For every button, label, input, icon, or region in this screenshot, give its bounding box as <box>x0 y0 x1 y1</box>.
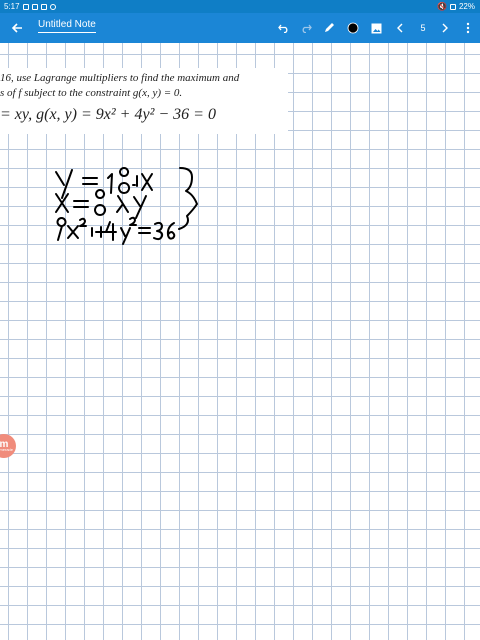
chevron-right-icon <box>442 23 448 33</box>
status-time: 5:17 <box>4 2 20 11</box>
problem-line-2: s of f subject to the constraint g(x, y)… <box>0 87 183 99</box>
notification-icon <box>22 3 29 10</box>
more-options-button[interactable] <box>462 13 474 43</box>
color-picker-button[interactable] <box>345 13 361 43</box>
undo-icon <box>278 24 288 33</box>
status-bar: 5:17 🔇 22% <box>0 0 480 13</box>
mail-icon <box>40 3 47 10</box>
undo-button[interactable] <box>276 13 292 43</box>
more-vert-icon <box>466 22 470 34</box>
problem-equation: = xy, g(x, y) = 9x² + 4y² − 36 = 0 <box>0 106 216 123</box>
chevron-left-icon <box>397 23 403 33</box>
battery-level: 22% <box>458 2 475 11</box>
mute-icon: 🔇 <box>437 2 447 11</box>
page-number: 5 <box>420 23 426 33</box>
note-title[interactable]: Untitled Note <box>38 19 96 33</box>
redo-icon <box>302 24 312 33</box>
color-swatch-icon <box>347 22 359 34</box>
record-icon <box>49 3 56 10</box>
wifi-icon <box>449 3 456 10</box>
pen-icon <box>325 23 334 32</box>
image-icon <box>371 23 381 33</box>
pasted-problem-image: 16, use Lagrange multipliers to find the… <box>0 68 288 134</box>
insert-image-button[interactable] <box>368 13 384 43</box>
redo-button[interactable] <box>298 13 314 43</box>
app-toolbar: Untitled Note 5 <box>0 13 480 43</box>
back-arrow-icon <box>11 23 22 33</box>
back-button[interactable] <box>8 13 26 43</box>
problem-line-1: 16, use Lagrange multipliers to find the… <box>0 72 240 84</box>
fab-sublabel: numerade <box>0 447 13 452</box>
previous-page-button[interactable] <box>393 13 407 43</box>
next-page-button[interactable] <box>438 13 452 43</box>
gallery-icon <box>31 3 38 10</box>
pen-tool-button[interactable] <box>321 13 337 43</box>
